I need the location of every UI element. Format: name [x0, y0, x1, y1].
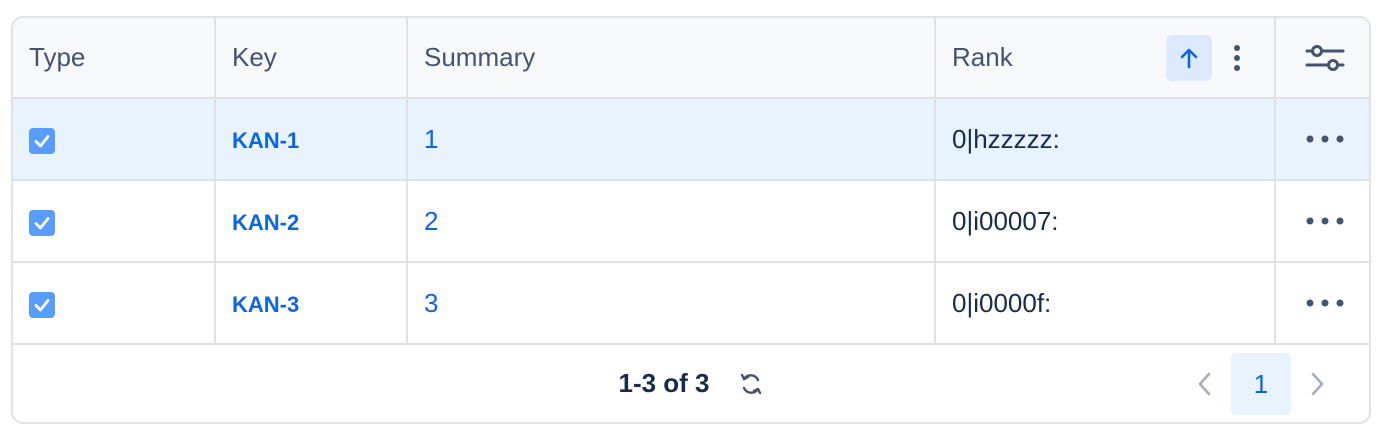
vertical-ellipsis-icon: [1234, 44, 1240, 71]
prev-page-button[interactable]: [1183, 353, 1227, 415]
summary-cell: 2: [407, 180, 936, 263]
column-header-key[interactable]: Key: [215, 18, 408, 99]
horizontal-ellipsis-icon: [1306, 135, 1343, 143]
actions-cell: [1275, 98, 1369, 181]
summary-cell: 3: [407, 262, 936, 345]
issue-key-link[interactable]: KAN-3: [232, 292, 299, 317]
sort-ascending-button[interactable]: [1166, 34, 1212, 81]
column-header-key-label: Key: [232, 42, 277, 72]
issue-summary-link[interactable]: 1: [424, 124, 438, 154]
column-settings-button[interactable]: [1292, 43, 1357, 73]
table-footer: 1-3 of 3 1: [13, 343, 1369, 422]
column-header-type-label: Type: [29, 42, 86, 72]
rank-value: 0|i00007:: [952, 205, 1059, 236]
page-button-current[interactable]: 1: [1231, 353, 1291, 415]
rank-cell: 0|i00007:: [935, 180, 1276, 263]
row-more-button[interactable]: [1292, 216, 1357, 226]
key-cell: KAN-2: [215, 180, 408, 263]
result-count: 1-3 of 3: [618, 368, 710, 398]
rank-value: 0|i0000f:: [952, 287, 1052, 318]
column-settings-header: [1275, 18, 1369, 99]
issue-key-link[interactable]: KAN-2: [232, 210, 299, 235]
table-row[interactable]: KAN-2 2 0|i00007:: [13, 180, 1369, 263]
actions-cell: [1275, 180, 1369, 263]
rank-value: 0|hzzzzz:: [952, 123, 1060, 154]
refresh-icon: [740, 373, 761, 394]
issue-table: Type Key Summary Rank KAN-1 1 0|hzzzzz: …: [13, 18, 1369, 345]
column-header-type[interactable]: Type: [13, 18, 216, 99]
column-header-rank[interactable]: Rank: [935, 18, 1276, 99]
row-more-button[interactable]: [1292, 134, 1357, 144]
column-header-summary[interactable]: Summary: [407, 18, 936, 99]
type-cell: [13, 98, 216, 181]
issue-table-container: Type Key Summary Rank KAN-1 1 0|hzzzzz: …: [11, 16, 1371, 424]
issue-summary-link[interactable]: 3: [424, 288, 438, 318]
type-cell: [13, 262, 216, 345]
check-icon: [34, 216, 50, 230]
type-cell: [13, 180, 216, 263]
column-header-rank-label: Rank: [952, 42, 1013, 72]
table-header-row: Type Key Summary Rank: [13, 18, 1369, 99]
summary-cell: 1: [407, 98, 936, 181]
sliders-icon: [1305, 44, 1344, 71]
key-cell: KAN-1: [215, 98, 408, 181]
rank-cell: 0|i0000f:: [935, 262, 1276, 345]
rank-cell: 0|hzzzzz:: [935, 98, 1276, 181]
next-page-button[interactable]: [1295, 353, 1339, 415]
actions-cell: [1275, 262, 1369, 345]
arrow-up-icon: [1180, 48, 1198, 68]
chevron-left-icon: [1198, 372, 1211, 396]
check-icon: [34, 298, 50, 312]
table-row[interactable]: KAN-3 3 0|i0000f:: [13, 262, 1369, 345]
row-more-button[interactable]: [1292, 298, 1357, 308]
check-icon: [34, 134, 50, 148]
column-header-summary-label: Summary: [424, 42, 536, 72]
issue-key-link[interactable]: KAN-1: [232, 128, 299, 153]
pagination: 1: [1183, 353, 1339, 415]
row-checkbox[interactable]: [29, 127, 55, 154]
horizontal-ellipsis-icon: [1306, 299, 1343, 307]
issue-summary-link[interactable]: 2: [424, 206, 438, 236]
key-cell: KAN-3: [215, 262, 408, 345]
horizontal-ellipsis-icon: [1306, 217, 1343, 225]
row-checkbox[interactable]: [29, 291, 55, 318]
column-menu-button[interactable]: [1222, 44, 1252, 72]
refresh-button[interactable]: [738, 371, 764, 397]
table-row[interactable]: KAN-1 1 0|hzzzzz:: [13, 98, 1369, 181]
chevron-right-icon: [1311, 372, 1324, 396]
row-checkbox[interactable]: [29, 209, 55, 236]
